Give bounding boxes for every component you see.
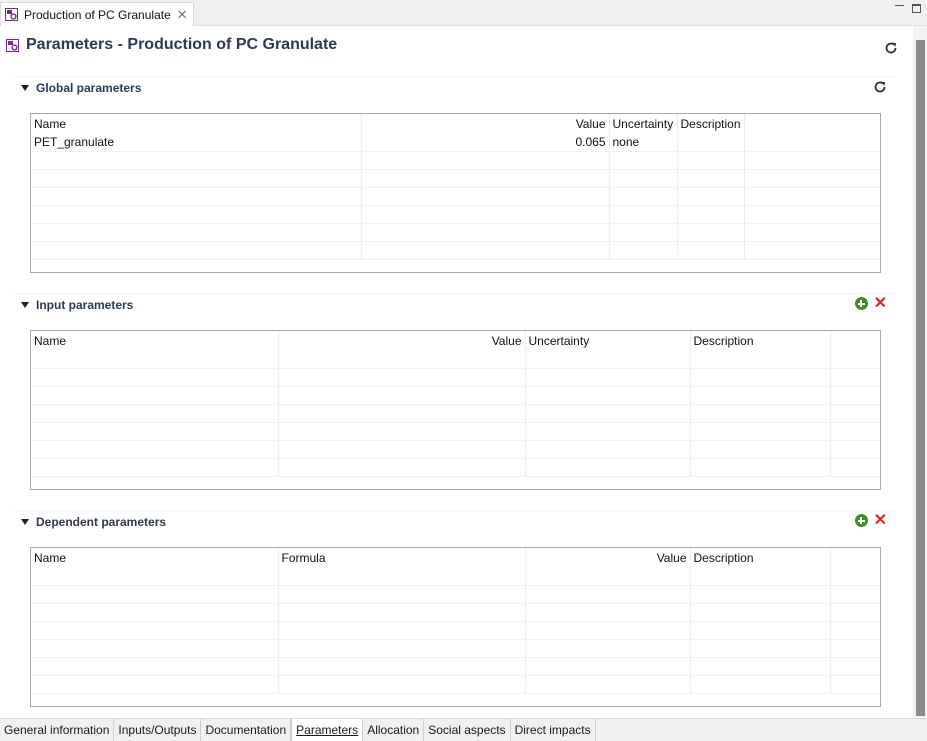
parameter-name[interactable]: PET_granulate: [31, 133, 362, 152]
column-header-formula[interactable]: Formula: [278, 548, 526, 567]
column-header-value[interactable]: Value: [278, 331, 526, 350]
vertical-scrollbar[interactable]: [913, 26, 927, 718]
scrollbar-thumb[interactable]: [916, 40, 925, 716]
column-header-description[interactable]: Description: [690, 331, 831, 350]
delete-icon[interactable]: ✕: [874, 296, 887, 312]
column-header-uncertainty[interactable]: Uncertainty: [525, 331, 691, 350]
tab-social-aspects[interactable]: Social aspects: [424, 719, 511, 741]
input-parameters-table[interactable]: Name Value Uncertainty Description: [30, 330, 881, 490]
column-header-value[interactable]: Value: [525, 548, 691, 567]
table-row[interactable]: PET_granulate 0.065 none: [31, 133, 880, 152]
table-row: [31, 422, 880, 441]
editor-page-tabs: General information Inputs/Outputs Docum…: [0, 718, 927, 741]
global-parameters-header[interactable]: Global parameters: [21, 81, 141, 95]
table-row: [31, 223, 880, 242]
table-row: [31, 657, 880, 676]
tab-inputs-outputs[interactable]: Inputs/Outputs: [114, 719, 202, 741]
section-title: Global parameters: [36, 81, 142, 95]
process-icon: [6, 38, 19, 52]
table-row: [31, 458, 880, 477]
section-title: Input parameters: [36, 298, 134, 312]
parameter-uncertainty[interactable]: none: [609, 133, 678, 152]
table-row: [31, 440, 880, 459]
refresh-icon[interactable]: [884, 41, 898, 58]
twisty-down-icon[interactable]: [21, 302, 29, 308]
column-header-name[interactable]: Name: [31, 114, 362, 133]
dependent-parameters-section: Dependent parameters ✕ Name Formula Valu…: [15, 510, 895, 710]
table-row: [31, 585, 880, 604]
close-icon[interactable]: ✕: [177, 8, 188, 21]
table-header-row: Name Value Uncertainty Description: [31, 114, 880, 133]
parameter-value[interactable]: 0.065: [361, 133, 610, 152]
input-parameters-header[interactable]: Input parameters: [21, 298, 133, 312]
column-header-description[interactable]: Description: [690, 548, 831, 567]
table-row: [31, 151, 880, 170]
table-header-row: Name Formula Value Description: [31, 548, 880, 567]
column-header-name[interactable]: Name: [31, 331, 279, 350]
twisty-down-icon[interactable]: [21, 519, 29, 525]
add-icon[interactable]: [854, 514, 868, 527]
twisty-down-icon[interactable]: [21, 85, 29, 91]
page-header: Parameters - Production of PC Granulate: [6, 36, 337, 54]
table-row: [31, 169, 880, 188]
table-row: [31, 567, 880, 586]
column-header-value[interactable]: Value: [361, 114, 610, 133]
tab-general-information[interactable]: General information: [0, 719, 115, 741]
table-row: [31, 675, 880, 694]
refresh-icon[interactable]: [873, 80, 887, 97]
add-icon[interactable]: [854, 297, 868, 310]
column-header-uncertainty[interactable]: Uncertainty: [609, 114, 678, 133]
tab-direct-impacts[interactable]: Direct impacts: [511, 719, 596, 741]
table-row: [31, 350, 880, 369]
column-header-name[interactable]: Name: [31, 548, 279, 567]
table-row: [31, 386, 880, 405]
tab-allocation[interactable]: Allocation: [363, 719, 425, 741]
maximize-icon[interactable]: [912, 4, 921, 13]
input-parameters-section: Input parameters ✕ Name Value Uncertaint…: [15, 293, 895, 493]
section-title: Dependent parameters: [36, 515, 167, 529]
global-parameters-section: Global parameters Name Value Uncertainty…: [15, 76, 895, 276]
editor-tab[interactable]: Production of PC Granulate ✕: [0, 2, 194, 26]
table-row: [31, 404, 880, 423]
page-title: Parameters - Production of PC Granulate: [26, 36, 338, 53]
tab-parameters[interactable]: Parameters: [291, 719, 364, 741]
table-row: [31, 639, 880, 658]
parameter-description[interactable]: [677, 133, 745, 152]
table-header-row: Name Value Uncertainty Description: [31, 331, 880, 350]
minimize-icon[interactable]: [895, 4, 904, 7]
table-row: [31, 187, 880, 206]
tab-documentation[interactable]: Documentation: [201, 719, 292, 741]
table-row: [31, 368, 880, 387]
delete-icon[interactable]: ✕: [874, 513, 887, 529]
dependent-parameters-header[interactable]: Dependent parameters: [21, 515, 166, 529]
table-row: [31, 603, 880, 622]
editor-tab-label: Production of PC Granulate: [24, 7, 171, 22]
process-icon: [5, 8, 18, 21]
column-header-description[interactable]: Description: [677, 114, 745, 133]
global-parameters-table[interactable]: Name Value Uncertainty Description PET_g…: [30, 113, 881, 273]
table-row: [31, 241, 880, 260]
editor-tab-bar: Production of PC Granulate ✕: [0, 0, 927, 26]
table-row: [31, 621, 880, 640]
table-row: [31, 205, 880, 224]
dependent-parameters-table[interactable]: Name Formula Value Description: [30, 547, 881, 707]
